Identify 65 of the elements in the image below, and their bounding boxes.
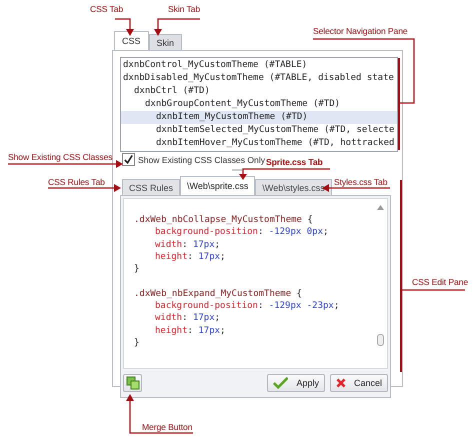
selector-item[interactable]: dxnbItemSelected_MyCustomTheme (#TD, selecte — [121, 124, 397, 137]
callout-label: Styles.css Tab — [334, 177, 388, 187]
code-token: background-position — [155, 227, 258, 238]
code-token: height — [155, 326, 188, 336]
code-token: { — [296, 288, 302, 299]
code-token: width — [155, 240, 182, 250]
callout-label: Sprite.css Tab — [266, 157, 323, 167]
selector-item[interactable]: dxnbControl_MyCustomTheme (#TABLE) — [121, 59, 397, 72]
code-token: : — [188, 252, 194, 262]
code-token: .dxWeb_nbCollapse_MyCustomTheme — [134, 215, 302, 225]
leader-line — [126, 394, 193, 434]
tab[interactable]: \Web\sprite.css — [180, 176, 256, 195]
code-token: : — [182, 313, 189, 324]
tab[interactable]: \Web\styles.css — [255, 179, 332, 195]
leader-line — [115, 18, 134, 36]
cancel-button[interactable]: Cancel — [330, 374, 388, 392]
code-token: 17px — [198, 252, 220, 262]
code-token: ; — [214, 240, 220, 250]
code-token: } — [134, 338, 140, 348]
code-token: ; — [214, 313, 220, 324]
selector-item[interactable]: dxnbItem_MyCustomTheme (#TD) — [121, 111, 397, 124]
squares-icon — [126, 376, 140, 390]
checkbox[interactable] — [122, 153, 135, 166]
code-token: ; — [220, 252, 226, 262]
callout-label: CSS Tab — [90, 4, 124, 14]
code-token: background-position — [155, 301, 258, 312]
code-token: height — [155, 252, 188, 262]
code-token: } — [134, 264, 140, 274]
code-token: width — [155, 313, 182, 324]
selector-item[interactable]: dxnbDisabled_MyCustomTheme (#TABLE, disabled state — [121, 72, 397, 85]
callout-label: Merge Button — [142, 422, 192, 432]
tab[interactable]: Skin — [148, 34, 182, 50]
code-token: ; — [334, 301, 340, 312]
code-token: ; — [220, 326, 226, 336]
code-token: .dxWeb_nbExpand_MyCustomTheme — [134, 288, 292, 299]
scroll-up-icon[interactable] — [377, 205, 384, 210]
code-token: : — [258, 227, 264, 238]
code-token: 17px — [192, 313, 215, 324]
code-token: 17px — [192, 240, 215, 250]
checkbox-label[interactable]: Show Existing CSS Classes Only — [138, 154, 266, 164]
code-token: : — [182, 240, 189, 250]
tab[interactable]: CSS Rules — [122, 179, 180, 195]
check-icon — [273, 376, 288, 390]
callout-label: Selector Navigation Pane — [313, 26, 408, 36]
callout-label: Skin Tab — [168, 4, 200, 14]
leader-line — [154, 18, 200, 36]
code-token: : — [258, 301, 264, 312]
code-token: { — [306, 215, 313, 225]
callout-label: Show Existing CSS Classes — [8, 152, 112, 162]
merge-button[interactable] — [123, 374, 142, 392]
scrollbar-thumb[interactable] — [377, 334, 384, 346]
close-icon — [336, 376, 346, 390]
code-editor[interactable]: .dxWeb_nbCollapse_MyCustomTheme { background-position: -129px 0px; width: 17px; height: 17px; } .dxWeb_nbExpand_MyCustomTheme { background-position: -129px -23px; width: 17px; height: 17px; } — [123, 198, 388, 369]
selector-item[interactable]: dxnbGroupContent_MyCustomTheme (#TD) — [121, 98, 397, 111]
apply-button[interactable]: Apply — [267, 374, 325, 392]
tab[interactable]: CSS — [114, 31, 149, 50]
callout-label: CSS Edit Pane — [412, 277, 468, 287]
code-token: 17px — [198, 326, 220, 336]
callout-label: CSS Rules Tab — [48, 177, 105, 187]
selector-item[interactable]: dxnbCtrl (#TD) — [121, 85, 397, 98]
code-token: : — [188, 326, 194, 336]
code-token: -129px -23px — [268, 301, 334, 312]
code-token: -129px 0px — [268, 227, 323, 238]
code-token: ; — [322, 227, 328, 238]
selector-item[interactable]: dxnbItemHover_MyCustomTheme (#TD, hottracked — [121, 137, 397, 150]
